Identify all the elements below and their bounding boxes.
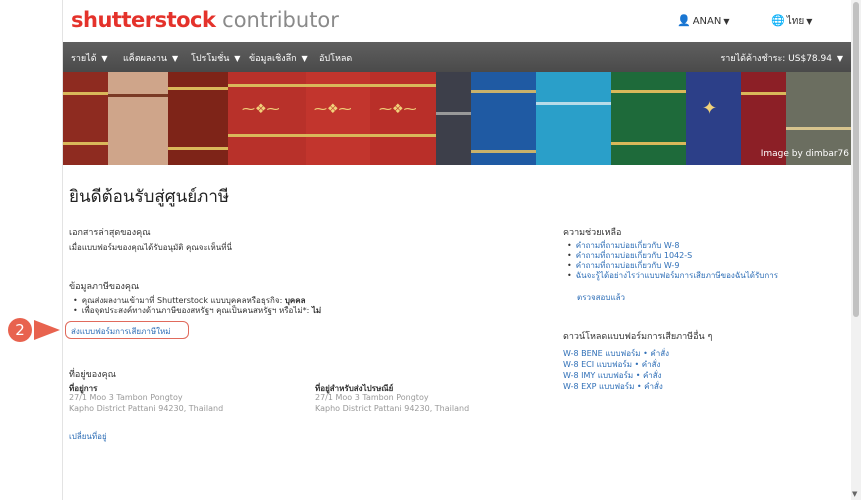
submit-new-tax-form-link[interactable]: ส่งแบบฟอร์มการเสียภาษีใหม่ [71,325,171,338]
user-name: ANAN [692,16,722,27]
chevron-down-icon: ▼ [723,17,730,26]
chevron-down-icon: ▼ [171,54,179,63]
scrollbar[interactable]: ▼ [851,0,861,500]
help-heading: ความช่วยเหลือ [563,228,622,238]
step-2-marker: 2 [8,316,62,344]
shutterstock-logo[interactable]: shutterstock contributor [71,8,339,32]
nav-insights-menu[interactable]: ข้อมูลเชิงลึก ▼ [249,51,308,65]
language-menu[interactable]: 🌐 ไทย ▼ [771,14,812,29]
help-link-form-reviewed[interactable]: ฉันจะรู้ได้อย่างไรว่าแบบฟอร์มการเสียภาษี… [567,271,778,281]
chevron-down-icon: ▼ [234,54,241,63]
user-icon: 👤 [677,14,691,27]
scrollbar-thumb[interactable] [853,2,859,317]
documents-text: เมื่อแบบฟอร์มของคุณได้รับอนุมัติ คุณจะเห… [69,243,232,252]
help-link-w8-faq[interactable]: คำถามที่ถามบ่อยเกี่ยวกับ W-8 [567,241,778,251]
nav-upload[interactable]: อัปโหลด [319,51,352,65]
step-number: 2 [8,318,32,342]
main-nav: รายได้ ▼ แค็ตผลงาน ▼ โปรโมชั่น ▼ ข้อมูลเ… [63,42,853,72]
page-container: shutterstock contributor 👤 ANAN ▼ 🌐 ไทย ▼ รา… [62,0,853,500]
language-label: ไทย [786,16,805,27]
pending-earnings-menu[interactable]: รายได้ค้างชำระ: US$78.94 ▼ [720,51,843,65]
top-header: shutterstock contributor 👤 ANAN ▼ 🌐 ไทย ▼ [63,0,853,42]
address-heading: ที่อยู่ของคุณ [69,370,116,380]
chevron-down-icon: ▼ [836,54,843,63]
office-address-line2: Kapho District Pattani 94230, Thailand [69,404,224,413]
help-link-1042s-faq[interactable]: คำถามที่ถามบ่อยเกี่ยวกับ 1042-S [567,251,778,261]
nav-earnings-menu[interactable]: รายได้ ▼ [71,51,108,65]
download-w8-exp[interactable]: W-8 EXP แบบฟอร์ม • คำสั่ง [563,380,663,393]
page-title: ยินดีต้อนรับสู่ศูนย์ภาษี [69,187,230,207]
user-menu[interactable]: 👤 ANAN ▼ [677,14,730,27]
downloads-heading: ดาวน์โหลดแบบฟอร์มการเสียภาษีอื่น ๆ [563,332,713,342]
scroll-down-icon[interactable]: ▼ [852,490,857,498]
image-credit: Image by dimbar76 [760,149,849,159]
books-banner-image: ⁓❖⁓ ⁓❖⁓ ⁓❖⁓ ✦ Image by dimbar76 [63,72,853,165]
help-list: คำถามที่ถามบ่อยเกี่ยวกับ W-8 คำถามที่ถาม… [567,241,778,281]
chevron-down-icon: ▼ [301,54,308,63]
help-link-form-reviewed-cont[interactable]: ตรวจสอบแล้ว [567,291,625,304]
nav-catalog-menu[interactable]: แค็ตผลงาน ▼ [123,51,178,65]
office-address-line1: 27/1 Moo 3 Tambon Pongtoy [69,393,183,402]
logo-sub: contributor [215,8,339,32]
list-item: คุณส่งผลงานเข้ามาที่ Shutterstock แบบบุค… [73,296,321,306]
chevron-down-icon: ▼ [101,54,108,63]
main-content: ยินดีต้อนรับสู่ศูนย์ภาษี เอกสารล่าสุดของ… [63,165,853,500]
mailing-address-line1: 27/1 Moo 3 Tambon Pongtoy [315,393,429,402]
chevron-down-icon: ▼ [806,17,813,26]
logo-brand: shutterstock [71,8,216,32]
tax-info-list: คุณส่งผลงานเข้ามาที่ Shutterstock แบบบุค… [73,296,321,316]
mailing-address-line2: Kapho District Pattani 94230, Thailand [315,404,470,413]
help-link-w9-faq[interactable]: คำถามที่ถามบ่อยเกี่ยวกับ W-9 [567,261,778,271]
nav-promotion-menu[interactable]: โปรโมชั่น ▼ [191,51,240,65]
arrow-right-icon [34,320,60,340]
list-item: เพื่อจุดประสงค์ทางด้านภาษีของสหรัฐฯ คุณเ… [73,306,321,316]
documents-heading: เอกสารล่าสุดของคุณ [69,228,151,238]
globe-icon: 🌐 [771,14,785,27]
change-address-link[interactable]: เปลี่ยนที่อยู่ [69,430,107,443]
tax-info-heading: ข้อมูลภาษีของคุณ [69,282,140,292]
